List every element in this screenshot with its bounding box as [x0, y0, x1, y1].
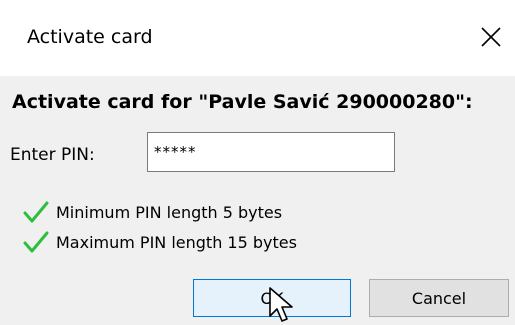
pin-label: Enter PIN: [10, 145, 95, 165]
checkmark-icon [23, 201, 49, 223]
mouse-cursor-icon [269, 287, 293, 322]
cancel-button[interactable]: Cancel [369, 279, 509, 317]
title-bar: Activate card [0, 0, 515, 76]
rule-min-length: Minimum PIN length 5 bytes [22, 198, 282, 226]
window-title: Activate card [27, 26, 153, 48]
pin-input[interactable] [147, 132, 395, 172]
checkmark-icon [23, 231, 49, 253]
rule-max-length-text: Maximum PIN length 15 bytes [56, 232, 297, 252]
rule-max-length: Maximum PIN length 15 bytes [22, 228, 297, 256]
close-icon[interactable] [478, 24, 504, 50]
rule-min-length-text: Minimum PIN length 5 bytes [56, 202, 283, 222]
dialog-heading: Activate card for "Pavle Savić 290000280… [12, 91, 473, 113]
